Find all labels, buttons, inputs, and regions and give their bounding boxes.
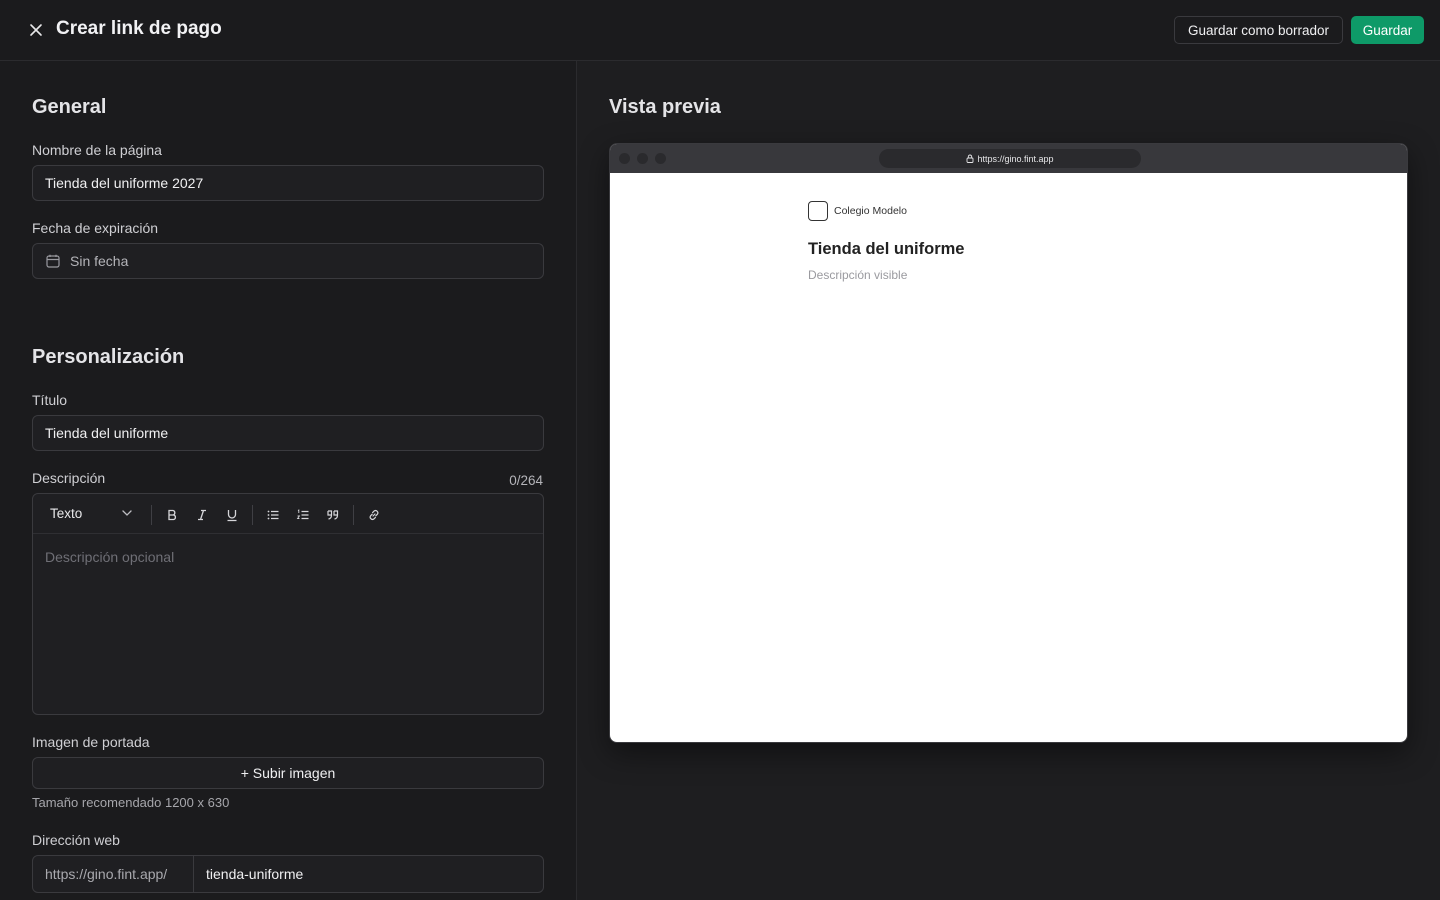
toolbar-divider bbox=[353, 505, 354, 525]
link-icon[interactable] bbox=[364, 505, 384, 525]
web-address-field: https://gino.fint.app/ tienda-uniforme bbox=[32, 855, 544, 893]
preview-panel: Vista previa https://gino.fint.app Coleg… bbox=[577, 61, 1440, 900]
description-placeholder: Descripción opcional bbox=[45, 549, 175, 565]
text-style-select[interactable]: Texto bbox=[50, 506, 82, 521]
cover-image-label: Imagen de portada bbox=[32, 734, 150, 750]
address-text: https://gino.fint.app bbox=[977, 153, 1054, 164]
address-bar: https://gino.fint.app bbox=[879, 149, 1141, 168]
window-dot bbox=[619, 153, 630, 164]
editor-toolbar: Texto bbox=[33, 494, 543, 534]
page-name-value: Tienda del uniforme 2027 bbox=[45, 175, 204, 191]
browser-bar: https://gino.fint.app bbox=[610, 144, 1407, 173]
description-editor[interactable]: Texto Descripción opcional bbox=[32, 493, 544, 715]
org-logo bbox=[808, 201, 828, 221]
window-dot bbox=[655, 153, 666, 164]
save-draft-button[interactable]: Guardar como borrador bbox=[1174, 16, 1343, 44]
top-bar: Crear link de pago Guardar como borrador… bbox=[0, 0, 1440, 61]
preview-title: Tienda del uniforme bbox=[808, 240, 965, 258]
italic-icon[interactable] bbox=[192, 505, 212, 525]
web-address-label: Dirección web bbox=[32, 832, 120, 848]
page-name-label: Nombre de la página bbox=[32, 142, 162, 158]
toolbar-divider bbox=[151, 505, 152, 525]
title-value: Tienda del uniforme bbox=[45, 425, 169, 441]
toolbar-divider bbox=[252, 505, 253, 525]
form-panel: General Nombre de la página Tienda del u… bbox=[0, 61, 577, 900]
org-name: Colegio Modelo bbox=[834, 205, 907, 217]
browser-preview: https://gino.fint.app Colegio Modelo Tie… bbox=[609, 143, 1408, 743]
expiry-date-value: Sin fecha bbox=[70, 253, 129, 269]
quote-icon[interactable] bbox=[323, 505, 343, 525]
close-icon[interactable] bbox=[26, 20, 46, 40]
title-label: Título bbox=[32, 392, 68, 408]
calendar-icon bbox=[45, 253, 61, 269]
preview-description: Descripción visible bbox=[808, 268, 908, 282]
page-title: Crear link de pago bbox=[56, 18, 222, 39]
ordered-list-icon[interactable] bbox=[293, 505, 313, 525]
title-input[interactable]: Tienda del uniforme bbox=[32, 415, 544, 451]
page-name-input[interactable]: Tienda del uniforme 2027 bbox=[32, 165, 544, 201]
customization-heading: Personalización bbox=[32, 346, 185, 368]
expiry-date-label: Fecha de expiración bbox=[32, 220, 159, 236]
bold-icon[interactable] bbox=[162, 505, 182, 525]
expiry-date-picker[interactable]: Sin fecha bbox=[32, 243, 544, 279]
description-label: Descripción bbox=[32, 470, 106, 486]
preview-heading: Vista previa bbox=[609, 96, 721, 118]
underline-icon[interactable] bbox=[222, 505, 242, 525]
url-prefix: https://gino.fint.app/ bbox=[33, 856, 194, 892]
upload-image-button[interactable]: + Subir imagen bbox=[32, 757, 544, 789]
lock-icon bbox=[966, 154, 974, 163]
general-heading: General bbox=[32, 96, 107, 118]
bullet-list-icon[interactable] bbox=[263, 505, 283, 525]
description-counter: 0/264 bbox=[509, 473, 543, 488]
chevron-down-icon[interactable] bbox=[120, 506, 134, 520]
save-button[interactable]: Guardar bbox=[1351, 16, 1424, 44]
url-slug-input[interactable]: tienda-uniforme bbox=[194, 856, 543, 892]
cover-size-hint: Tamaño recomendado 1200 x 630 bbox=[32, 795, 230, 810]
window-dot bbox=[637, 153, 648, 164]
